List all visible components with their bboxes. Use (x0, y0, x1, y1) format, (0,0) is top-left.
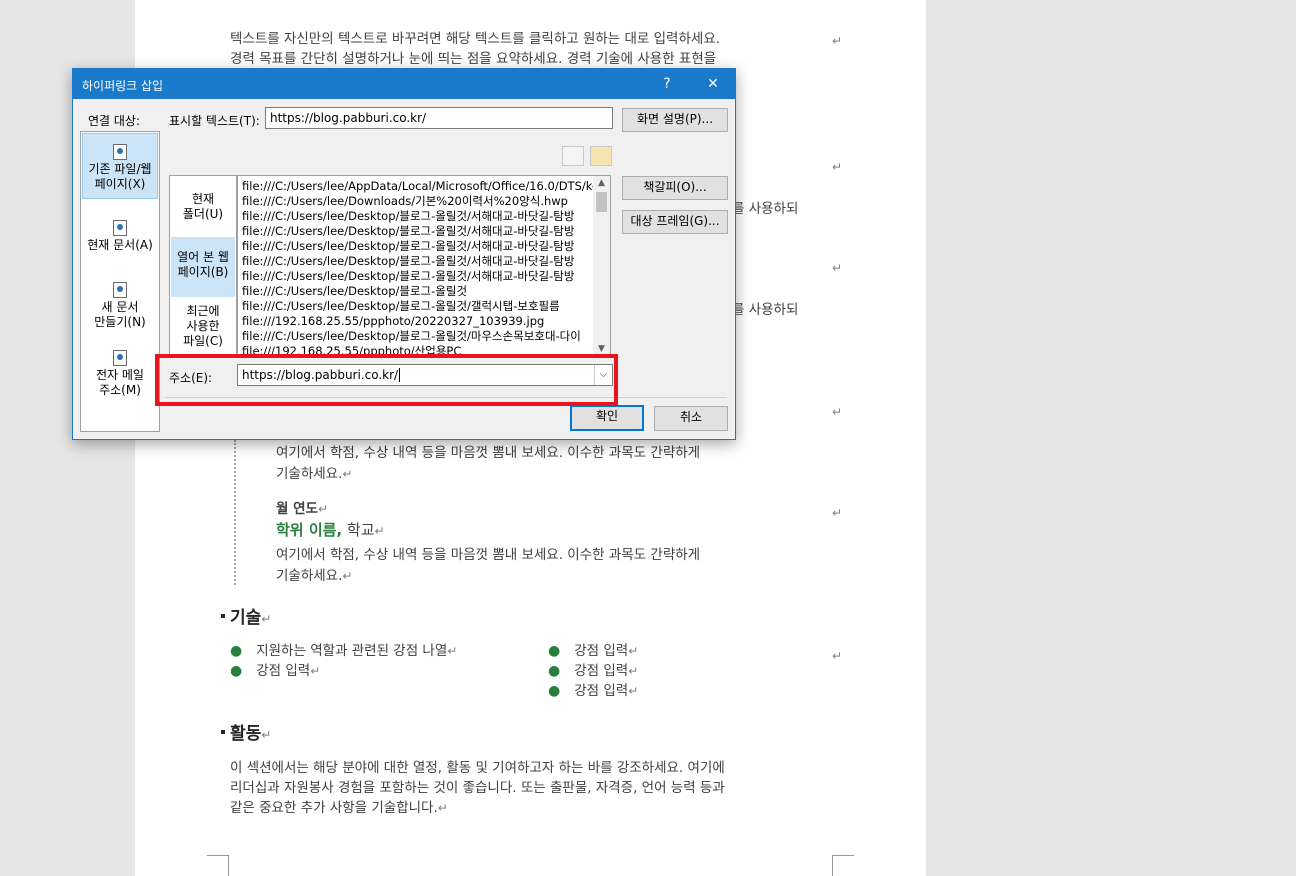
scroll-up-icon[interactable]: ▲ (593, 176, 610, 190)
link-to-panel: 기존 파일/웹 페이지(X) 현재 문서(A) 새 문서 만들기(N) 전자 메… (80, 131, 160, 432)
paragraph-mark: ↵ (832, 649, 843, 663)
file-list-rows: file:///C:/Users/lee/AppData/Local/Micro… (242, 179, 594, 356)
help-button[interactable]: ? (645, 69, 689, 99)
address-highlight-box (155, 354, 618, 406)
list-item[interactable]: file:///C:/Users/lee/Desktop/블로그-올릴것/서해대… (242, 269, 594, 284)
skill-item[interactable]: ● 강점 입력↵ (548, 641, 638, 661)
display-text-input[interactable]: https://blog.pabburi.co.kr/ (265, 107, 613, 129)
paragraph-mark: ↵ (832, 261, 843, 275)
link-to-label: 연결 대상: (88, 114, 141, 128)
skill-item[interactable]: ● 강점 입력↵ (230, 661, 320, 681)
intro-line-2[interactable]: 경력 목표를 간단히 설명하거나 눈에 띄는 점을 요약하세요. 경력 기술에 … (230, 49, 716, 69)
skill-item[interactable]: ● 강점 입력↵ (548, 661, 638, 681)
skill-item[interactable]: ● 강점 입력↵ (548, 681, 638, 701)
activities-paragraph[interactable]: 이 섹션에서는 해당 분야에 대한 열정, 활동 및 기여하고자 하는 바를 강… (230, 758, 725, 778)
side-fragment[interactable]: 를 사용하되 (732, 300, 798, 320)
file-web-icon (113, 144, 127, 160)
education-description[interactable]: 여기에서 학점, 수상 내역 등을 마음껏 뽐내 보세요. 이수한 과목도 간략… (276, 443, 700, 463)
dialog-title: 하이퍼링크 삽입 (82, 79, 164, 93)
file-list[interactable]: file:///C:/Users/lee/AppData/Local/Micro… (237, 175, 611, 357)
education-description[interactable]: 기술하세요.↵ (276, 464, 352, 484)
file-list-scrollbar[interactable]: ▲ ▼ (593, 176, 610, 356)
tab-browsed-pages[interactable]: 열어 본 웹 페이지(B) (171, 237, 235, 297)
email-icon (113, 350, 127, 366)
page-corner-mark (207, 855, 229, 876)
list-item[interactable]: file:///C:/Users/lee/Desktop/블로그-올릴것 (242, 284, 594, 299)
target-frame-button[interactable]: 대상 프레임(G)... (622, 210, 728, 234)
list-item[interactable]: file:///C:/Users/lee/AppData/Local/Micro… (242, 179, 594, 194)
paragraph-mark: ↵ (832, 34, 843, 48)
education-description[interactable]: 여기에서 학점, 수상 내역 등을 마음껏 뽐내 보세요. 이수한 과목도 간략… (276, 545, 700, 565)
new-document-icon (113, 282, 127, 298)
activities-paragraph[interactable]: 같은 중요한 추가 사항을 기술합니다.↵ (230, 798, 448, 818)
paragraph-mark: ↵ (832, 405, 843, 419)
link-to-email-address[interactable]: 전자 메일 주소(M) (82, 350, 158, 400)
tab-current-folder[interactable]: 현재 폴더(U) (171, 188, 235, 238)
ok-button[interactable]: 확인 (570, 405, 644, 431)
side-fragment[interactable]: 를 사용하되 (732, 199, 798, 219)
browse-web-icon[interactable] (562, 146, 584, 166)
education-date[interactable]: 월 연도↵ (276, 499, 328, 519)
education-degree[interactable]: 학위 이름, 학교↵ (276, 520, 385, 541)
activities-heading[interactable]: 활동↵ (221, 719, 271, 744)
intro-line-1[interactable]: 텍스트를 자신만의 텍스트로 바꾸려면 해당 텍스트를 클릭하고 원하는 대로 … (230, 29, 720, 49)
list-item[interactable]: file:///C:/Users/lee/Desktop/블로그-올릴것/서해대… (242, 209, 594, 224)
list-item[interactable]: file:///192.168.25.55/ppphoto/20220327_1… (242, 314, 594, 329)
activities-paragraph[interactable]: 리더십과 자원봉사 경험을 포함하는 것이 좋습니다. 또는 출판물, 자격증,… (230, 778, 725, 798)
bookmark-button[interactable]: 책갈피(O)... (622, 176, 728, 200)
education-description[interactable]: 기술하세요.↵ (276, 566, 352, 586)
cancel-button[interactable]: 취소 (654, 406, 728, 431)
list-item[interactable]: file:///C:/Users/lee/Desktop/블로그-올릴것/서해대… (242, 224, 594, 239)
scroll-thumb[interactable] (596, 192, 607, 212)
page-corner-mark (832, 855, 854, 876)
tab-recent-files[interactable]: 최근에 사용한 파일(C) (171, 304, 235, 356)
look-in-tabs: 현재 폴더(U) 열어 본 웹 페이지(B) 최근에 사용한 파일(C) (169, 175, 237, 357)
list-item[interactable]: file:///C:/Users/lee/Downloads/기본%20이력서%… (242, 194, 594, 209)
list-item[interactable]: file:///C:/Users/lee/Desktop/블로그-올릴것/서해대… (242, 254, 594, 269)
close-button[interactable]: ✕ (691, 69, 735, 99)
paragraph-mark: ↵ (832, 160, 843, 174)
paragraph-mark: ↵ (832, 506, 843, 520)
link-to-current-document[interactable]: 현재 문서(A) (82, 220, 158, 260)
link-to-new-document[interactable]: 새 문서 만들기(N) (82, 282, 158, 332)
dialog-titlebar[interactable]: 하이퍼링크 삽입 ? ✕ (73, 69, 735, 99)
section-dotted-rule (234, 440, 236, 585)
screentip-button[interactable]: 화면 설명(P)... (622, 108, 728, 132)
list-item[interactable]: file:///C:/Users/lee/Desktop/블로그-올릴것/마우스… (242, 329, 594, 344)
list-item[interactable]: file:///C:/Users/lee/Desktop/블로그-올릴것/갤럭시… (242, 299, 594, 314)
skill-item[interactable]: ● 지원하는 역할과 관련된 강점 나열↵ (230, 641, 457, 661)
document-icon (113, 220, 127, 236)
link-to-existing-file[interactable]: 기존 파일/웹 페이지(X) (82, 133, 158, 199)
browse-folder-icon[interactable] (590, 146, 612, 166)
display-text-label: 표시할 텍스트(T): (169, 114, 260, 128)
list-item[interactable]: file:///C:/Users/lee/Desktop/블로그-올릴것/서해대… (242, 239, 594, 254)
skills-heading[interactable]: 기술↵ (221, 603, 271, 628)
